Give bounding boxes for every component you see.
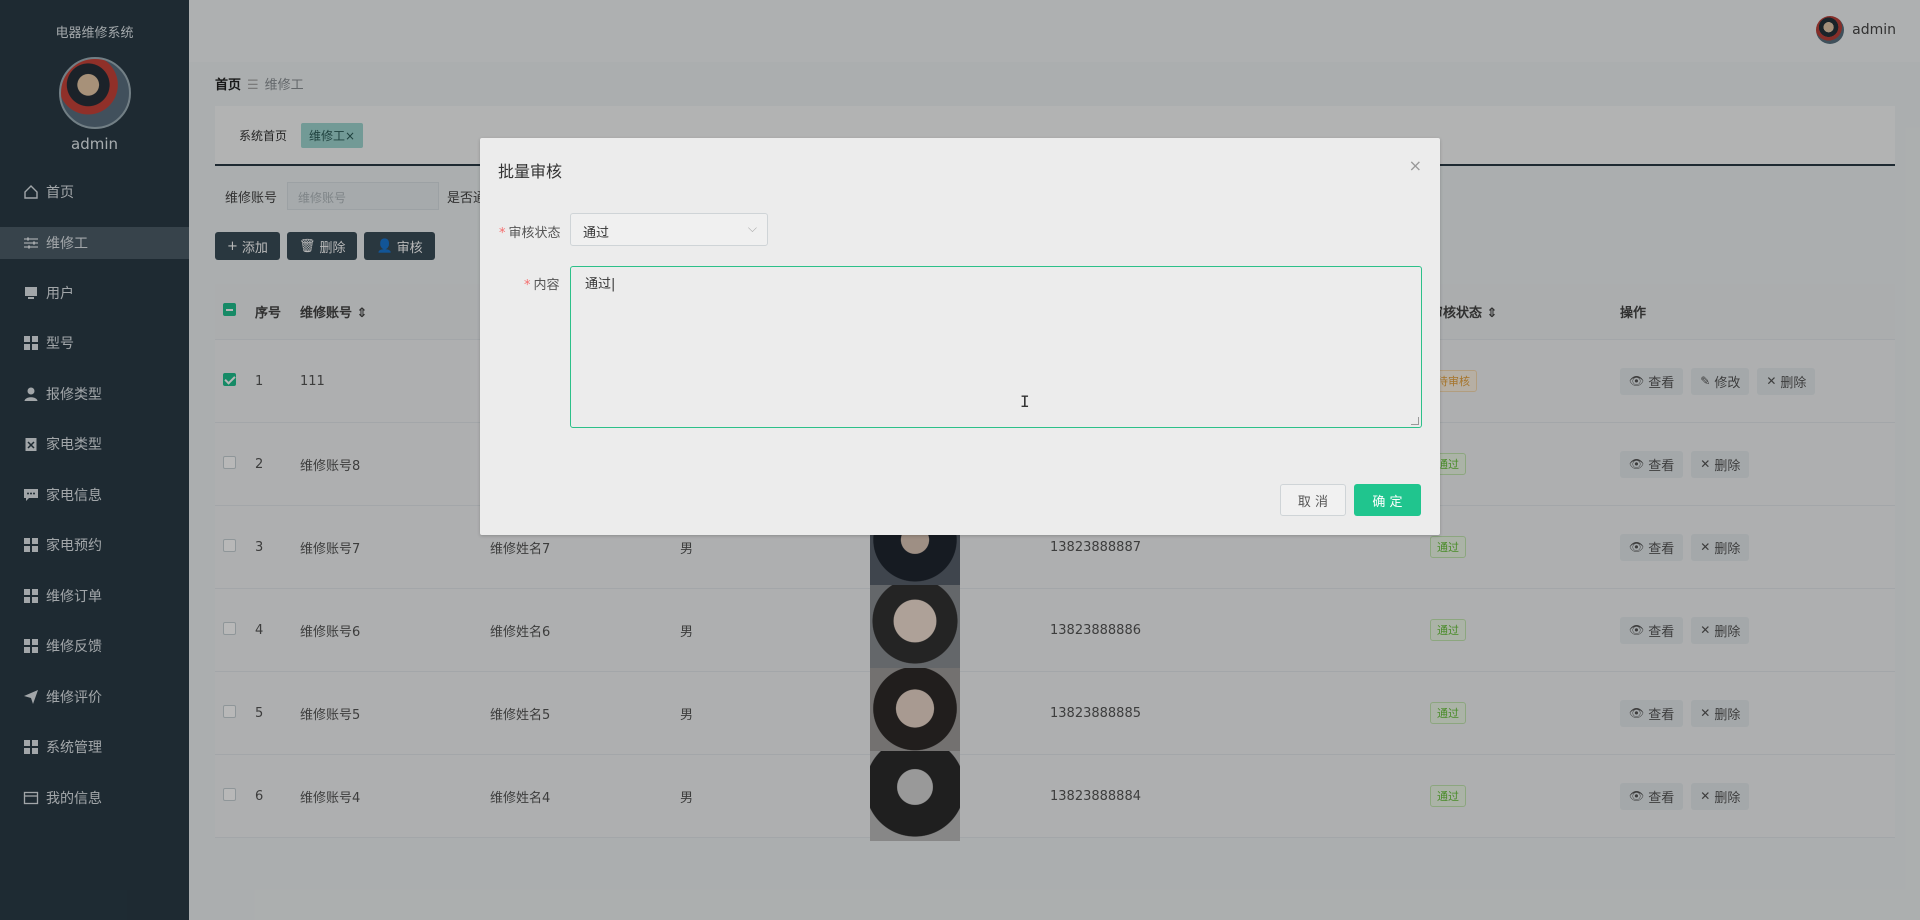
required-mark: * xyxy=(524,278,531,293)
status-label-text: 审核状态 xyxy=(508,226,561,241)
batch-audit-dialog: 批量审核 × * 审核状态 通过 ⌵ * 内容 通过| I 取 消 确 定 xyxy=(480,138,1440,535)
text-cursor-icon: I xyxy=(1020,392,1030,411)
dialog-title: 批量审核 xyxy=(498,162,563,181)
status-select[interactable]: 通过 ⌵ xyxy=(570,213,768,246)
resize-handle-icon[interactable] xyxy=(1411,417,1419,425)
status-label: * 审核状态 xyxy=(499,222,561,241)
chevron-down-icon: ⌵ xyxy=(747,221,757,235)
content-textarea[interactable]: 通过| xyxy=(570,266,1422,428)
required-mark: * xyxy=(499,226,506,241)
cancel-button[interactable]: 取 消 xyxy=(1280,484,1346,516)
close-icon[interactable]: × xyxy=(1409,156,1422,175)
confirm-button[interactable]: 确 定 xyxy=(1354,484,1421,516)
content-label: * 内容 xyxy=(524,274,560,293)
status-select-value: 通过 xyxy=(583,226,610,241)
content-textarea-value: 通过| xyxy=(585,277,616,292)
content-label-text: 内容 xyxy=(533,278,560,293)
